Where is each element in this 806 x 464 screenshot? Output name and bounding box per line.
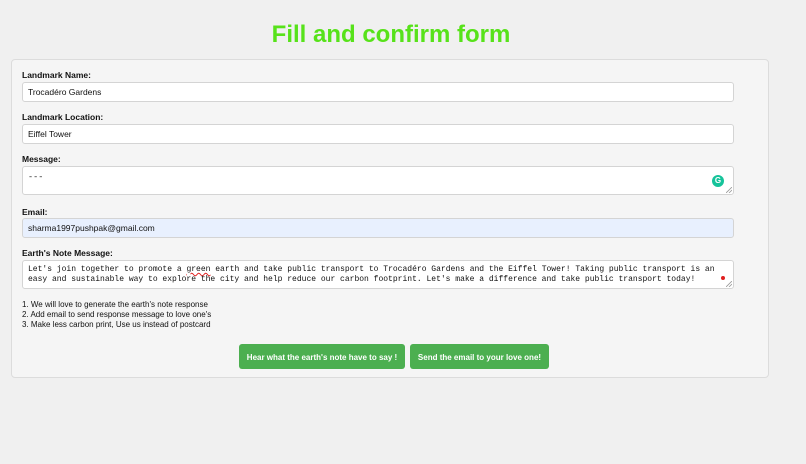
landmark-location-label: Landmark Location: [22,112,104,122]
grammarly-icon[interactable]: G [712,175,724,187]
earth-note-label: Earth's Note Message: [22,248,113,258]
email-label: Email: [22,207,48,217]
resize-handle-icon[interactable] [726,187,732,193]
message-label: Message: [22,154,61,164]
form-card: Landmark Name: Trocadéro Gardens Landmar… [11,59,769,378]
note-item: 3. Make less carbon print, Use us instea… [22,320,211,329]
resize-handle-icon[interactable] [726,281,732,287]
landmark-location-input[interactable]: Eiffel Tower [22,124,734,144]
earth-note-textarea[interactable]: Let's join together to promote a green e… [22,260,734,289]
note-item: 2. Add email to send response message to… [22,310,212,319]
send-email-button[interactable]: Send the email to your love one! [410,344,549,369]
landmark-name-label: Landmark Name: [22,70,91,80]
misspelled-word[interactable]: green [186,265,210,274]
hear-earth-note-button[interactable]: Hear what the earth's note have to say ! [239,344,405,369]
email-input[interactable]: sharma1997pushpak@gmail.com [22,218,734,238]
message-text: --- [28,172,44,182]
note-item: 1. We will love to generate the earth's … [22,300,208,309]
page-title: Fill and confirm form [271,21,511,48]
message-textarea[interactable]: --- G [22,166,734,195]
landmark-name-input[interactable]: Trocadéro Gardens [22,82,734,102]
earth-note-text-1: Let's join together to promote a [28,265,187,274]
error-dot-icon [721,276,725,280]
